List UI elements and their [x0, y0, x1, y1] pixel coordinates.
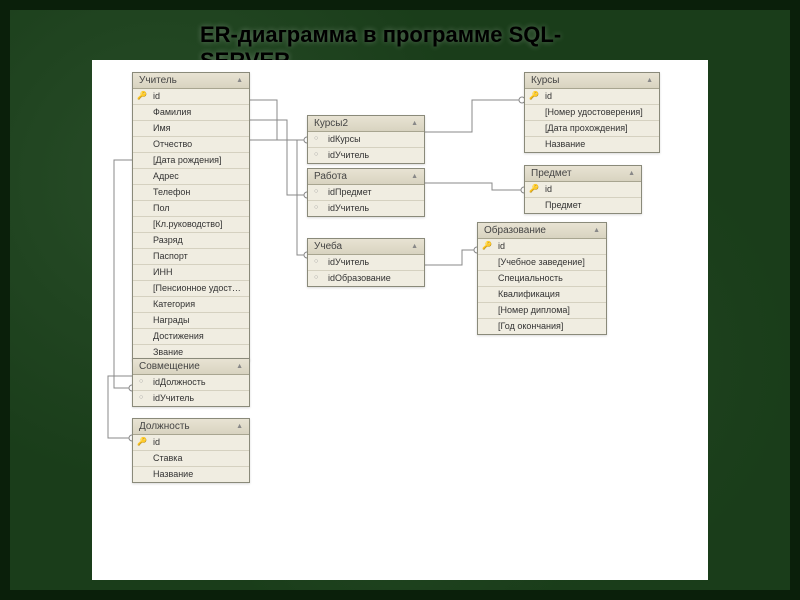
table-position[interactable]: Должность▲ idСтавкаНазвание — [132, 418, 250, 483]
column[interactable]: idКурсы — [308, 132, 424, 148]
table-title: Учеба — [314, 241, 342, 252]
table-header: Работа▲ — [308, 169, 424, 185]
table-columns: idПредмет — [525, 182, 641, 213]
column[interactable]: Ставка — [133, 451, 249, 467]
table-title: Учитель — [139, 75, 177, 86]
table-title: Курсы2 — [314, 118, 348, 129]
column[interactable]: [Номер удостоверения] — [525, 105, 659, 121]
table-columns: id[Номер удостоверения][Дата прохождения… — [525, 89, 659, 152]
table-columns: idДолжностьidУчитель — [133, 375, 249, 406]
table-work[interactable]: Работа▲ idПредметidУчитель — [307, 168, 425, 217]
table-title: Образование — [484, 225, 546, 236]
table-columns: idПредметidУчитель — [308, 185, 424, 216]
table-columns: idСтавкаНазвание — [133, 435, 249, 482]
table-title: Работа — [314, 171, 347, 182]
table-header: Курсы2▲ — [308, 116, 424, 132]
column[interactable]: id — [133, 435, 249, 451]
column[interactable]: idУчитель — [308, 255, 424, 271]
column[interactable]: Пол — [133, 201, 249, 217]
table-title: Совмещение — [139, 361, 200, 372]
column[interactable]: Фамилия — [133, 105, 249, 121]
column[interactable]: idДолжность — [133, 375, 249, 391]
column[interactable]: [Учебное заведение] — [478, 255, 606, 271]
table-header: Учеба▲ — [308, 239, 424, 255]
column[interactable]: Адрес — [133, 169, 249, 185]
column[interactable]: Имя — [133, 121, 249, 137]
column[interactable]: Категория — [133, 297, 249, 313]
column[interactable]: Предмет — [525, 198, 641, 213]
column[interactable]: idУчитель — [308, 201, 424, 216]
column[interactable]: id — [525, 182, 641, 198]
table-combine[interactable]: Совмещение▲ idДолжностьidУчитель — [132, 358, 250, 407]
table-columns: id[Учебное заведение]СпециальностьКвалиф… — [478, 239, 606, 334]
table-header: Предмет▲ — [525, 166, 641, 182]
column[interactable]: Телефон — [133, 185, 249, 201]
column[interactable]: Специальность — [478, 271, 606, 287]
table-teacher[interactable]: Учитель▲ idФамилияИмяОтчество[Дата рожде… — [132, 72, 250, 361]
table-header: Должность▲ — [133, 419, 249, 435]
column[interactable]: [Пенсионное удостовер… — [133, 281, 249, 297]
column[interactable]: id — [478, 239, 606, 255]
table-education[interactable]: Образование▲ id[Учебное заведение]Специа… — [477, 222, 607, 335]
table-header: Курсы▲ — [525, 73, 659, 89]
column[interactable]: Награды — [133, 313, 249, 329]
column[interactable]: idУчитель — [308, 148, 424, 163]
column[interactable]: idОбразование — [308, 271, 424, 286]
er-diagram-canvas: Учитель▲ idФамилияИмяОтчество[Дата рожде… — [92, 60, 708, 580]
table-header: Учитель▲ — [133, 73, 249, 89]
table-header: Образование▲ — [478, 223, 606, 239]
column[interactable]: [Кл.руководство] — [133, 217, 249, 233]
table-title: Предмет — [531, 168, 572, 179]
column[interactable]: idПредмет — [308, 185, 424, 201]
column[interactable]: Паспорт — [133, 249, 249, 265]
table-columns: idФамилияИмяОтчество[Дата рождения]Адрес… — [133, 89, 249, 360]
table-courses2[interactable]: Курсы2▲ idКурсыidУчитель — [307, 115, 425, 164]
table-subject[interactable]: Предмет▲ idПредмет — [524, 165, 642, 214]
column[interactable]: [Дата рождения] — [133, 153, 249, 169]
table-title: Должность — [139, 421, 190, 432]
column[interactable]: idУчитель — [133, 391, 249, 406]
table-study[interactable]: Учеба▲ idУчительidОбразование — [307, 238, 425, 287]
table-columns: idУчительidОбразование — [308, 255, 424, 286]
table-courses[interactable]: Курсы▲ id[Номер удостоверения][Дата прох… — [524, 72, 660, 153]
table-title: Курсы — [531, 75, 559, 86]
column[interactable]: Отчество — [133, 137, 249, 153]
column[interactable]: Квалификация — [478, 287, 606, 303]
column[interactable]: Название — [525, 137, 659, 152]
column[interactable]: Разряд — [133, 233, 249, 249]
column[interactable]: id — [133, 89, 249, 105]
column[interactable]: [Номер диплома] — [478, 303, 606, 319]
column[interactable]: Название — [133, 467, 249, 482]
column[interactable]: ИНН — [133, 265, 249, 281]
column[interactable]: [Год окончания] — [478, 319, 606, 334]
column[interactable]: id — [525, 89, 659, 105]
column[interactable]: Достижения — [133, 329, 249, 345]
table-header: Совмещение▲ — [133, 359, 249, 375]
column[interactable]: [Дата прохождения] — [525, 121, 659, 137]
table-columns: idКурсыidУчитель — [308, 132, 424, 163]
